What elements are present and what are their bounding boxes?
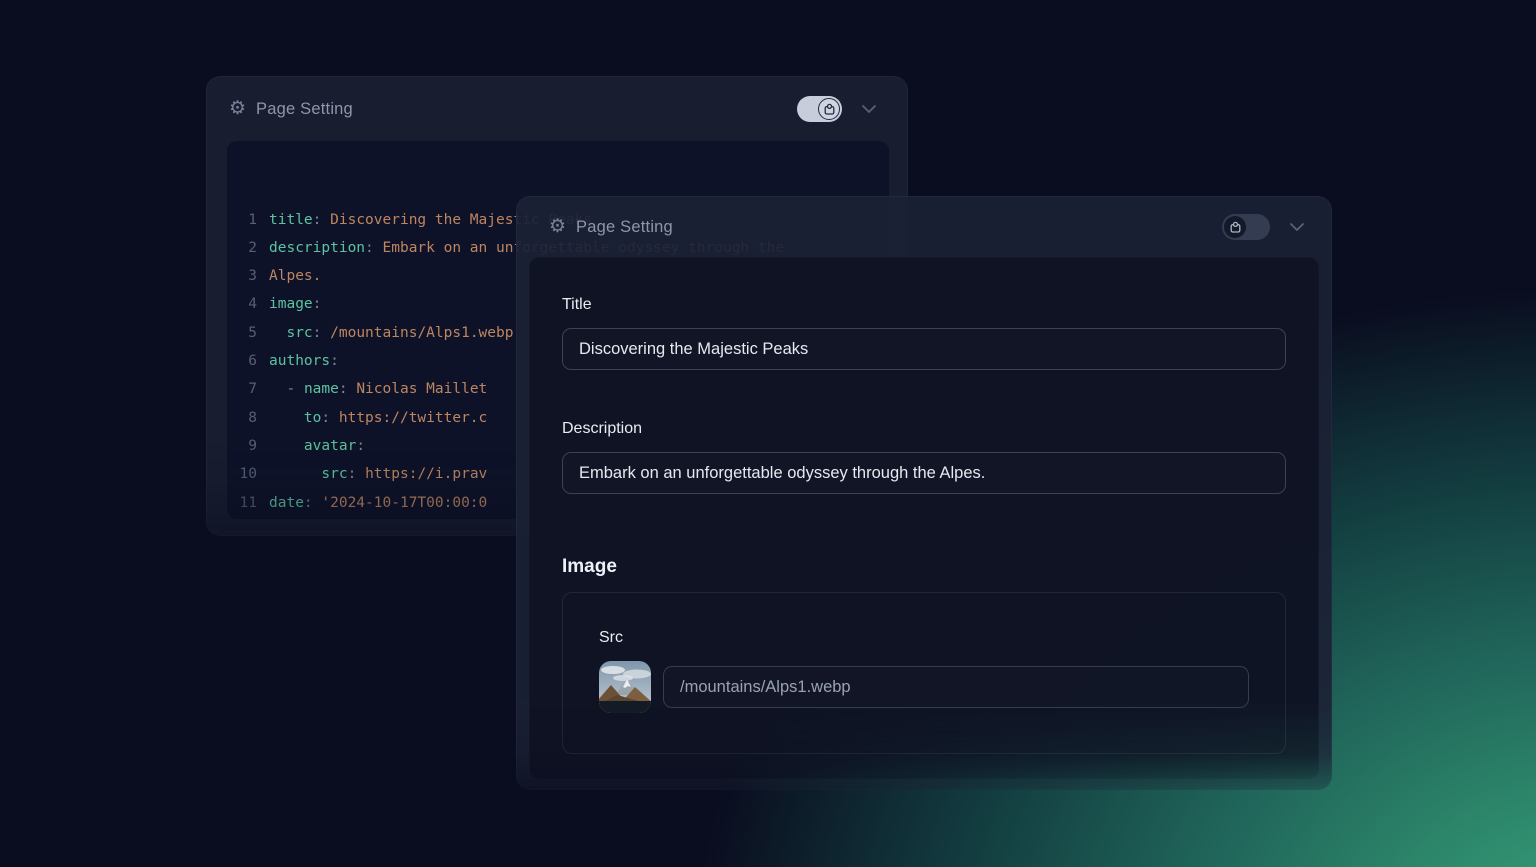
page-setting-panel-form: ⚙ Page Setting Title Des: [516, 196, 1332, 790]
title-field-label: Title: [562, 296, 1286, 314]
src-field-label: Src: [599, 629, 1249, 647]
gear-icon: ⚙: [549, 217, 566, 236]
line-number: 8: [227, 404, 257, 432]
line-number: 2: [227, 234, 257, 262]
mountain-photo-thumbnail[interactable]: [599, 661, 651, 713]
code-line-text: avatar:: [257, 432, 365, 460]
chevron-down-icon[interactable]: [859, 101, 879, 117]
chevron-down-icon[interactable]: [1287, 219, 1307, 235]
description-input[interactable]: [562, 452, 1286, 494]
page-setting-form: Title Description Image Src: [529, 257, 1319, 779]
panel-header: ⚙ Page Setting: [517, 197, 1331, 257]
code-toggle-knob-icon: [818, 98, 840, 120]
code-line-text: date: '2024-10-17T00:00:0: [257, 489, 487, 517]
code-line-text: src: /mountains/Alps1.webp: [257, 319, 513, 347]
line-number: 9: [227, 432, 257, 460]
line-number: 11: [227, 489, 257, 517]
line-number: 5: [227, 319, 257, 347]
panel-title: Page Setting: [256, 100, 353, 119]
line-number: 7: [227, 375, 257, 403]
line-number: 3: [227, 262, 257, 290]
panel-header: ⚙ Page Setting: [207, 77, 907, 141]
code-line-text: authors:: [257, 347, 339, 375]
line-number: 12: [227, 517, 257, 519]
code-view-toggle[interactable]: [1222, 214, 1270, 240]
description-field-label: Description: [562, 420, 1286, 438]
image-group-box: Src: [562, 592, 1286, 754]
code-line-text: badge:: [257, 517, 321, 519]
code-view-toggle[interactable]: [797, 96, 842, 122]
src-input[interactable]: [663, 666, 1249, 708]
page-background: ⚙ Page Setting 1title: Discovering the: [0, 0, 1536, 867]
line-number: 4: [227, 290, 257, 318]
panel-title: Page Setting: [576, 218, 673, 237]
title-input[interactable]: [562, 328, 1286, 370]
gear-icon: ⚙: [229, 99, 246, 118]
code-line-text: - name: Nicolas Maillet: [257, 375, 487, 403]
code-line-text: src: https://i.prav: [257, 460, 487, 488]
image-section-heading: Image: [562, 556, 1286, 578]
line-number: 1: [227, 206, 257, 234]
code-toggle-knob-icon: [1224, 216, 1246, 238]
code-line-text: to: https://twitter.c: [257, 404, 487, 432]
code-line-text: image:: [257, 290, 321, 318]
line-number: 6: [227, 347, 257, 375]
code-line-text: Alpes.: [257, 262, 321, 290]
line-number: 10: [227, 460, 257, 488]
